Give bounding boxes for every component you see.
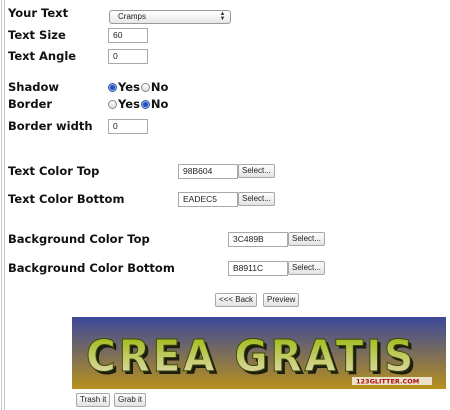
font-select-value: Cramps <box>118 12 147 21</box>
preview-image: CREA GRATIS CREA GRATIS 123GLITTER.COM <box>72 317 446 389</box>
border-label: Border <box>8 97 53 111</box>
bg-color-bottom-select-button[interactable]: Select... <box>288 261 325 275</box>
your-text-label: Your Text <box>8 6 69 20</box>
border-radio-group: Yes No <box>108 97 168 111</box>
shadow-radio-group: Yes No <box>108 80 168 94</box>
bg-color-top-select-button[interactable]: Select... <box>288 232 325 246</box>
bg-color-bottom-label: Background Color Bottom <box>8 261 175 275</box>
text-color-bottom-input[interactable]: EADEC5 <box>178 192 238 207</box>
text-angle-input[interactable]: 0 <box>108 49 148 64</box>
border-width-input[interactable]: 0 <box>108 119 148 134</box>
text-angle-label: Text Angle <box>8 49 77 63</box>
page-border-line <box>1 0 2 410</box>
text-color-bottom-select-button[interactable]: Select... <box>238 192 275 206</box>
text-color-top-label: Text Color Top <box>8 164 100 178</box>
text-color-top-select-button[interactable]: Select... <box>238 164 275 178</box>
shadow-no-radio[interactable] <box>140 82 150 92</box>
bg-color-bottom-input[interactable]: B8911C <box>228 261 288 276</box>
banner-text: CREA GRATIS <box>86 331 416 382</box>
text-color-bottom-label: Text Color Bottom <box>8 192 125 206</box>
trash-button[interactable]: Trash it <box>76 393 111 407</box>
bg-color-top-label: Background Color Top <box>8 232 150 246</box>
text-size-label: Text Size <box>8 28 66 42</box>
back-button[interactable]: <<< Back <box>215 293 258 307</box>
watermark-text: 123GLITTER.COM <box>356 378 419 386</box>
page-border-line <box>4 0 5 410</box>
shadow-label: Shadow <box>8 80 59 94</box>
border-yes-radio[interactable] <box>108 99 117 109</box>
preview-button[interactable]: Preview <box>263 293 300 307</box>
border-no-radio[interactable] <box>140 99 150 109</box>
preview-image-art: CREA GRATIS CREA GRATIS 123GLITTER.COM <box>86 331 432 386</box>
border-yes-label: Yes <box>118 97 140 111</box>
border-no-label: No <box>150 97 169 111</box>
text-color-top-input[interactable]: 98B604 <box>178 164 238 179</box>
select-arrows-icon: ▲ ▼ <box>219 11 226 22</box>
shadow-no-label: No <box>150 80 169 94</box>
shadow-yes-radio[interactable] <box>108 82 117 92</box>
grab-button[interactable]: Grab it <box>114 393 147 407</box>
bg-color-top-input[interactable]: 3C489B <box>228 232 288 247</box>
font-select[interactable]: Cramps ▲ ▼ <box>109 10 231 24</box>
shadow-yes-label: Yes <box>118 80 140 94</box>
border-width-label: Border width <box>8 119 93 133</box>
text-size-input[interactable]: 60 <box>108 28 148 43</box>
